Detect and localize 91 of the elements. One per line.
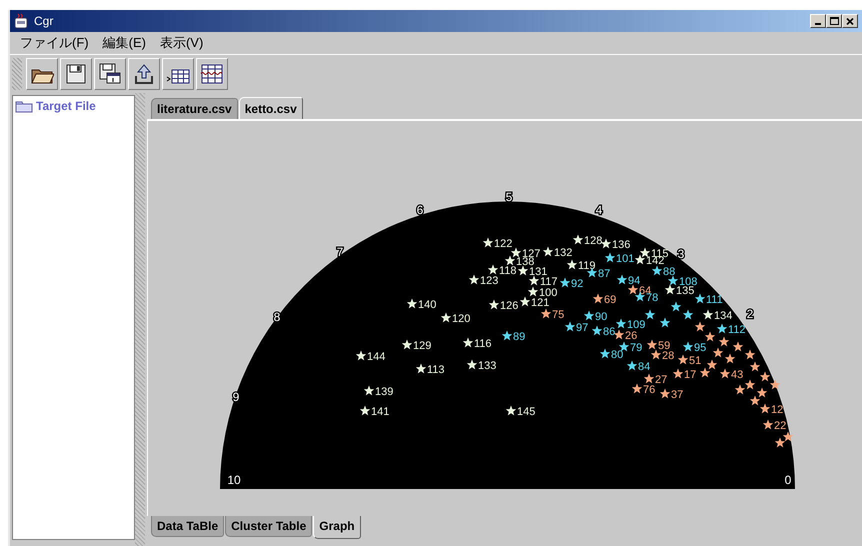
point-label: 100 (539, 287, 558, 299)
tick-label: 0 (784, 473, 792, 487)
point-label: 97 (576, 322, 588, 334)
app-icon (14, 13, 30, 29)
point-label: 87 (598, 268, 610, 280)
point-label: 90 (595, 311, 608, 323)
point-label: 26 (625, 330, 638, 342)
point-label: 17 (684, 369, 696, 381)
close-button[interactable] (842, 14, 858, 28)
menu-item[interactable]: 編集(E) (96, 32, 152, 54)
point-label: 75 (552, 309, 564, 321)
point-label: 95 (694, 342, 706, 354)
point-label: 59 (658, 340, 670, 352)
point-label: 94 (628, 275, 640, 287)
menu-item[interactable]: 表示(V) (154, 32, 210, 54)
toolbar-button[interactable] (128, 58, 160, 90)
tab[interactable]: Data TaBle (151, 516, 224, 537)
point-label: 135 (676, 285, 694, 297)
tick-label: 5 (506, 190, 512, 204)
point-label: 119 (578, 260, 596, 272)
point-label: 89 (513, 331, 526, 343)
point-label: 111 (706, 294, 723, 306)
minimize-button[interactable] (810, 14, 826, 28)
toolbar-button[interactable] (26, 58, 58, 90)
toolbar-button[interactable] (196, 58, 228, 90)
point-label: 43 (731, 369, 744, 381)
point-label: 84 (638, 361, 650, 373)
folder-icon (15, 100, 33, 112)
point-label: 101 (616, 253, 634, 265)
floppy-disk-with-document-icon (98, 62, 122, 86)
point-label: 28 (662, 350, 674, 362)
point-label: 113 (427, 364, 445, 376)
tick-label: 7 (336, 245, 344, 259)
tree-item[interactable]: Target File (36, 99, 96, 113)
point-label: 80 (611, 349, 624, 361)
point-label: 136 (612, 239, 630, 251)
point-label: 121 (531, 297, 550, 309)
tab[interactable]: literature.csv (151, 98, 238, 119)
point-label: 134 (714, 310, 732, 322)
tick-label: 6 (416, 203, 424, 217)
point-label: 79 (630, 342, 642, 354)
point-label: 145 (517, 406, 536, 418)
maximize-icon (830, 17, 838, 25)
point-label: 22 (774, 420, 786, 432)
point-label: 12 (771, 404, 784, 416)
toolbar-button[interactable] (60, 58, 92, 90)
point-label: 116 (474, 338, 492, 350)
point-label: 92 (571, 278, 584, 290)
point-label: 109 (627, 319, 646, 331)
toolbar-grip[interactable] (12, 58, 22, 90)
tab[interactable]: Cluster Table (225, 516, 312, 537)
point-label: 69 (604, 294, 616, 306)
point-label: 129 (413, 340, 432, 352)
point-label: 51 (689, 355, 702, 367)
point-label: 133 (478, 360, 496, 372)
menu-item[interactable]: ファイル(F) (14, 32, 95, 54)
point-label: 128 (584, 235, 602, 247)
point-label: 86 (603, 326, 616, 338)
point-label: 112 (728, 324, 746, 336)
point-label: 123 (480, 275, 498, 287)
point-label: 144 (367, 351, 386, 363)
point-label: 131 (529, 266, 548, 278)
point-label: 122 (494, 238, 512, 250)
window-title: Cgr (34, 14, 54, 28)
tick-label: 10 (227, 473, 241, 487)
point-label: 78 (646, 292, 658, 304)
point-label: 117 (540, 276, 558, 288)
close-icon (846, 18, 854, 24)
upload-arrow-icon (132, 62, 156, 86)
minimize-icon (815, 23, 821, 25)
point-label: 126 (500, 300, 518, 312)
tab[interactable]: Graph (313, 516, 361, 539)
toolbar-button[interactable] (162, 58, 194, 90)
splitter-handle[interactable] (135, 93, 145, 546)
point-label: 37 (671, 389, 684, 401)
point-label: 132 (554, 247, 572, 259)
table-with-wavy-line-icon (200, 62, 224, 86)
tick-label: 2 (746, 307, 754, 321)
point-label: 140 (418, 299, 436, 311)
point-label: 120 (452, 313, 470, 325)
point-label: 141 (371, 406, 390, 418)
point-label: 118 (499, 265, 517, 277)
tick-label: 3 (678, 247, 684, 261)
toolbar-button[interactable] (94, 58, 126, 90)
point-label: 88 (663, 266, 676, 278)
maximize-button[interactable] (826, 14, 842, 28)
point-label: 27 (655, 374, 668, 386)
tick-label: 4 (596, 203, 602, 217)
point-label: 76 (643, 384, 656, 396)
point-label: 139 (375, 386, 394, 398)
tab[interactable]: ketto.csv (238, 97, 303, 119)
